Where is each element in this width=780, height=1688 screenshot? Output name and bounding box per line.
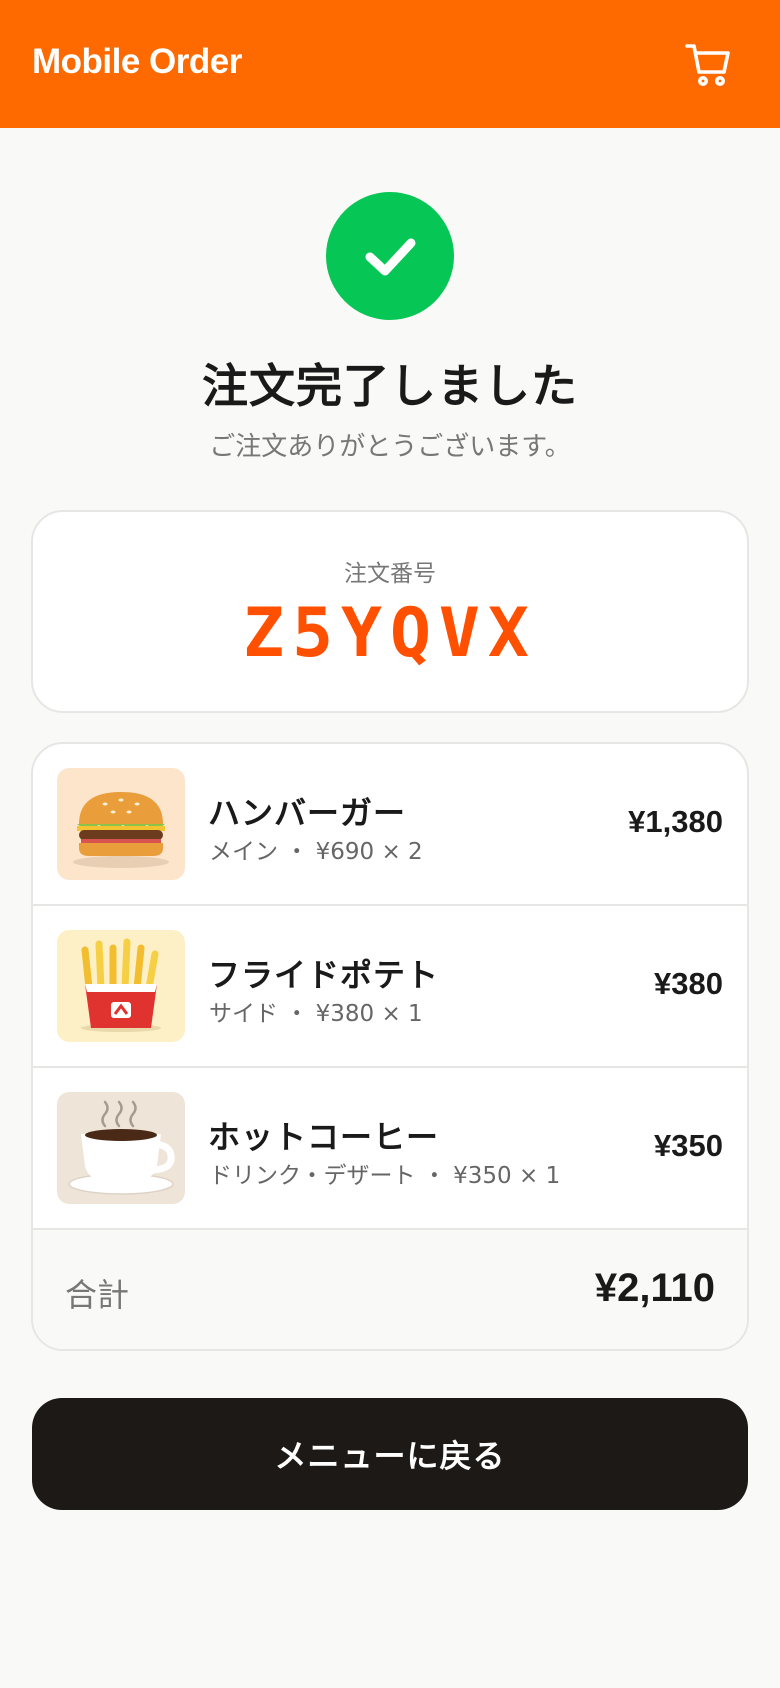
item-price: ¥380	[654, 966, 723, 1001]
app-title: Mobile Order	[32, 42, 242, 81]
item-price: ¥350	[654, 1128, 723, 1163]
check-icon	[365, 238, 416, 276]
total-value: ¥2,110	[594, 1266, 715, 1310]
order-summary-card: ハンバーガー メイン ・ ¥690 × 2 ¥1,380 フライドポテト サイド…	[31, 742, 749, 1351]
item-meta: メイン ・ ¥690 × 2	[209, 839, 423, 865]
total-label: 合計	[65, 1276, 130, 1314]
item-name: フライドポテト	[208, 956, 440, 994]
item-name: ホットコーヒー	[208, 1118, 440, 1156]
item-meta: サイド ・ ¥380 × 1	[209, 1001, 423, 1027]
order-number-card: 注文番号 Z5YQVX	[31, 510, 749, 713]
thank-you-message: ご注文ありがとうございます。	[209, 432, 571, 462]
hot-coffee-icon	[57, 1092, 185, 1204]
order-number: Z5YQVX	[243, 594, 537, 673]
hamburger-icon	[57, 768, 185, 880]
order-item: ホットコーヒー ドリンク・デザート ・ ¥350 × 1 ¥350	[33, 1068, 747, 1230]
cart-icon	[685, 44, 730, 86]
back-to-menu-button[interactable]: メニューに戻る	[32, 1398, 748, 1510]
item-price: ¥1,380	[628, 804, 723, 839]
page-title: 注文完了しました	[202, 359, 578, 413]
item-meta: ドリンク・デザート ・ ¥350 × 1	[209, 1163, 561, 1189]
success-badge	[326, 192, 454, 320]
order-item: フライドポテト サイド ・ ¥380 × 1 ¥380	[33, 906, 747, 1068]
french-fries-icon	[57, 930, 185, 1042]
order-number-label: 注文番号	[344, 561, 436, 587]
total-row: 合計 ¥2,110	[33, 1230, 747, 1349]
app-header: Mobile Order	[0, 0, 780, 128]
cart-button[interactable]	[680, 38, 736, 90]
order-item: ハンバーガー メイン ・ ¥690 × 2 ¥1,380	[33, 744, 747, 906]
item-name: ハンバーガー	[208, 794, 407, 832]
